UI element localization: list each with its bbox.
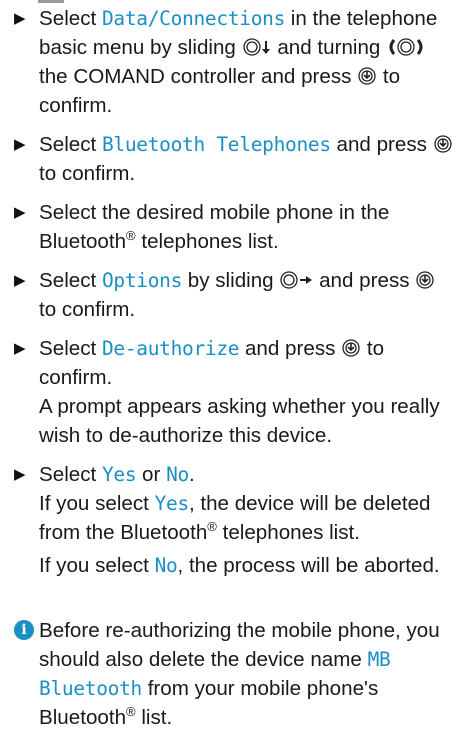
result-yes-text: If you select Yes, the device will be de…: [39, 492, 431, 544]
menu-item-no: No: [166, 463, 189, 486]
turn-controller-icon: [389, 38, 423, 56]
menu-item-yes: Yes: [154, 492, 190, 515]
step-arrow-icon: ▶: [14, 340, 26, 357]
slide-right-controller-icon: [280, 271, 313, 289]
step-select-de-authorize: ▶ Select De-authorize and press to confi…: [14, 334, 454, 450]
manual-page: ▶ Select Data/Connections in the telepho…: [0, 0, 462, 733]
menu-item-no: No: [154, 554, 178, 577]
press-controller-icon: [358, 67, 376, 85]
instruction-steps: ▶ Select Data/Connections in the telepho…: [14, 4, 454, 590]
header-rule: [38, 0, 64, 3]
menu-item-de-authorize: De-authorize: [101, 337, 240, 360]
step-result-text: A prompt appears asking whether you real…: [39, 395, 440, 447]
slide-down-controller-icon: [242, 38, 270, 56]
press-controller-icon: [416, 271, 434, 289]
step-arrow-icon: ▶: [14, 10, 26, 27]
press-controller-icon: [434, 135, 452, 153]
step-arrow-icon: ▶: [14, 466, 26, 483]
step-select-data-connections: ▶ Select Data/Connections in the telepho…: [14, 4, 454, 120]
result-no-text: If you select No, the process will be ab…: [39, 554, 440, 577]
step-arrow-icon: ▶: [14, 272, 26, 289]
info-note: i Before re-authorizing the mobile phone…: [14, 616, 454, 732]
menu-item-data-connections: Data/Connections: [101, 7, 286, 30]
step-arrow-icon: ▶: [14, 204, 26, 221]
menu-item-bluetooth-telephones: Bluetooth Telephones: [101, 133, 331, 156]
step-arrow-icon: ▶: [14, 136, 26, 153]
menu-item-options: Options: [101, 269, 183, 292]
menu-item-yes: Yes: [101, 463, 137, 486]
press-controller-icon: [342, 339, 360, 357]
step-select-yes-or-no: ▶ Select Yes or No. If you select Yes, t…: [14, 460, 454, 580]
step-select-mobile-phone: ▶ Select the desired mobile phone in the…: [14, 198, 454, 256]
info-icon: i: [14, 620, 34, 640]
step-select-bluetooth-telephones: ▶ Select Bluetooth Telephones and press …: [14, 130, 454, 188]
step-select-options: ▶ Select Options by sliding and press to…: [14, 266, 454, 324]
